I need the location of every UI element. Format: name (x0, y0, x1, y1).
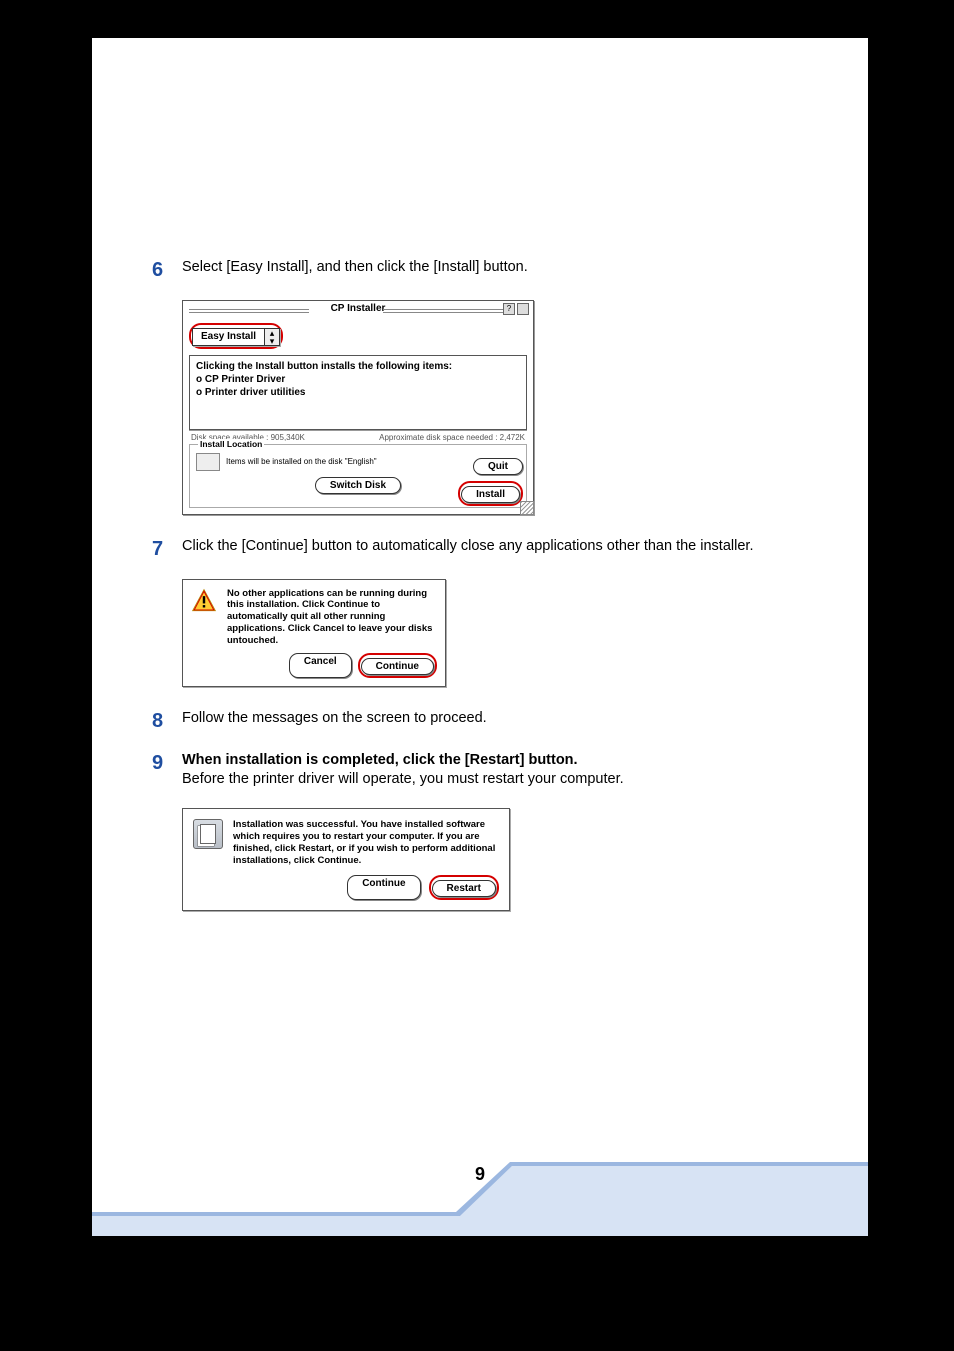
content-area: 6 Select [Easy Install], and then click … (92, 38, 868, 911)
page-number: 9 (92, 1164, 868, 1185)
figure-continue-dialog: No other applications can be running dur… (182, 579, 808, 687)
disk-space-needed: Approximate disk space needed : 2,472K (379, 433, 525, 442)
window-title: CP Installer (183, 303, 533, 314)
dropdown-label: Easy Install (193, 331, 264, 342)
step-title: When installation is completed, click th… (182, 751, 808, 771)
figure-installer-window: CP Installer ? Easy Install ▴▾ (182, 300, 808, 515)
dialog-buttons: Cancel Continue (227, 653, 437, 678)
dialog-text: No other applications can be running dur… (227, 588, 437, 647)
restart-button[interactable]: Restart (432, 880, 496, 897)
easy-install-highlight: Easy Install ▴▾ (189, 323, 283, 349)
dialog-buttons: Continue Restart (233, 875, 499, 900)
step-body: When installation is completed, click th… (182, 751, 808, 790)
restart-highlight: Restart (429, 875, 499, 900)
install-location-label: Install Location (198, 439, 264, 449)
step-8: 8 Follow the messages on the screen to p… (152, 709, 808, 733)
step-6: 6 Select [Easy Install], and then click … (152, 258, 808, 282)
figure-restart-dialog: Installation was successful. You have in… (182, 808, 808, 911)
install-location-text: Items will be installed on the disk "Eng… (226, 457, 377, 466)
manual-page: 6 Select [Easy Install], and then click … (92, 38, 868, 1236)
titlebar-icons: ? (503, 303, 529, 315)
step-number: 6 (152, 258, 182, 282)
continue-highlight: Continue (358, 653, 437, 678)
collapse-icon[interactable] (517, 303, 529, 315)
step-title: Select [Easy Install], and then click th… (182, 258, 808, 282)
continue-dialog: No other applications can be running dur… (182, 579, 446, 687)
step-title: Click the [Continue] button to automatic… (182, 537, 808, 561)
install-type-dropdown[interactable]: Easy Install ▴▾ (192, 328, 280, 346)
continue-button[interactable]: Continue (361, 658, 434, 675)
desc-heading: Clicking the Install button installs the… (196, 360, 520, 373)
help-icon[interactable]: ? (503, 303, 515, 315)
install-highlight: Install (458, 481, 523, 506)
installer-window: CP Installer ? Easy Install ▴▾ (182, 300, 534, 515)
step-number: 8 (152, 709, 182, 733)
install-type-row: Easy Install ▴▾ (183, 319, 533, 351)
document-icon (193, 819, 223, 849)
chevron-updown-icon: ▴▾ (264, 329, 279, 345)
cancel-button[interactable]: Cancel (289, 653, 352, 678)
warning-icon (191, 588, 217, 614)
step-subtext: Before the printer driver will operate, … (182, 770, 808, 790)
step-number: 9 (152, 751, 182, 790)
step-9: 9 When installation is completed, click … (152, 751, 808, 790)
desc-item-2: o Printer driver utilities (196, 386, 520, 399)
disk-icon (196, 453, 220, 471)
continue-button[interactable]: Continue (347, 875, 420, 900)
install-button[interactable]: Install (461, 486, 520, 503)
step-7: 7 Click the [Continue] button to automat… (152, 537, 808, 561)
titlebar: CP Installer ? (183, 301, 533, 319)
step-title: Follow the messages on the screen to pro… (182, 709, 808, 733)
restart-dialog: Installation was successful. You have in… (182, 808, 510, 911)
dialog-text: Installation was successful. You have in… (233, 819, 499, 867)
step-number: 7 (152, 537, 182, 561)
action-buttons: Quit Install (458, 458, 523, 506)
resize-handle-icon[interactable] (520, 501, 534, 515)
switch-disk-button[interactable]: Switch Disk (315, 477, 401, 494)
install-description: Clicking the Install button installs the… (189, 355, 527, 430)
quit-button[interactable]: Quit (473, 458, 523, 475)
desc-item-1: o CP Printer Driver (196, 373, 520, 386)
page-footer: 9 (92, 1154, 868, 1236)
